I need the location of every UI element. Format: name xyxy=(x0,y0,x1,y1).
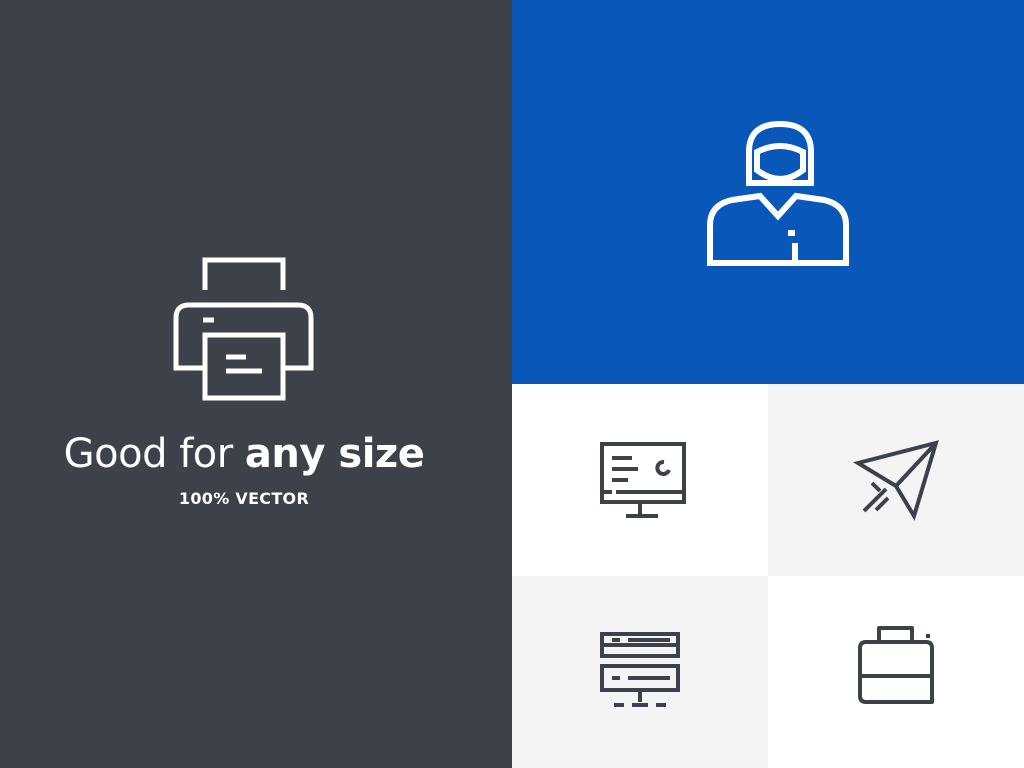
headline: Good for any size xyxy=(0,428,488,480)
printer-icon xyxy=(858,626,934,704)
left-panel: Good for any size 100% VECTOR xyxy=(0,0,512,768)
headline-bold: any size xyxy=(244,431,425,477)
monitor-icon xyxy=(600,442,686,518)
paper-plane-icon xyxy=(852,440,939,521)
user-headset-icon xyxy=(707,120,849,266)
subline: 100% VECTOR xyxy=(178,489,310,508)
server-icon xyxy=(600,632,680,707)
tile-printer xyxy=(768,576,1024,768)
tile-paper-plane xyxy=(768,384,1024,576)
blue-panel xyxy=(512,0,1024,384)
tile-monitor xyxy=(512,384,768,576)
tile-server xyxy=(512,576,768,768)
headline-regular: Good for xyxy=(63,431,234,477)
printer-icon xyxy=(173,257,314,401)
